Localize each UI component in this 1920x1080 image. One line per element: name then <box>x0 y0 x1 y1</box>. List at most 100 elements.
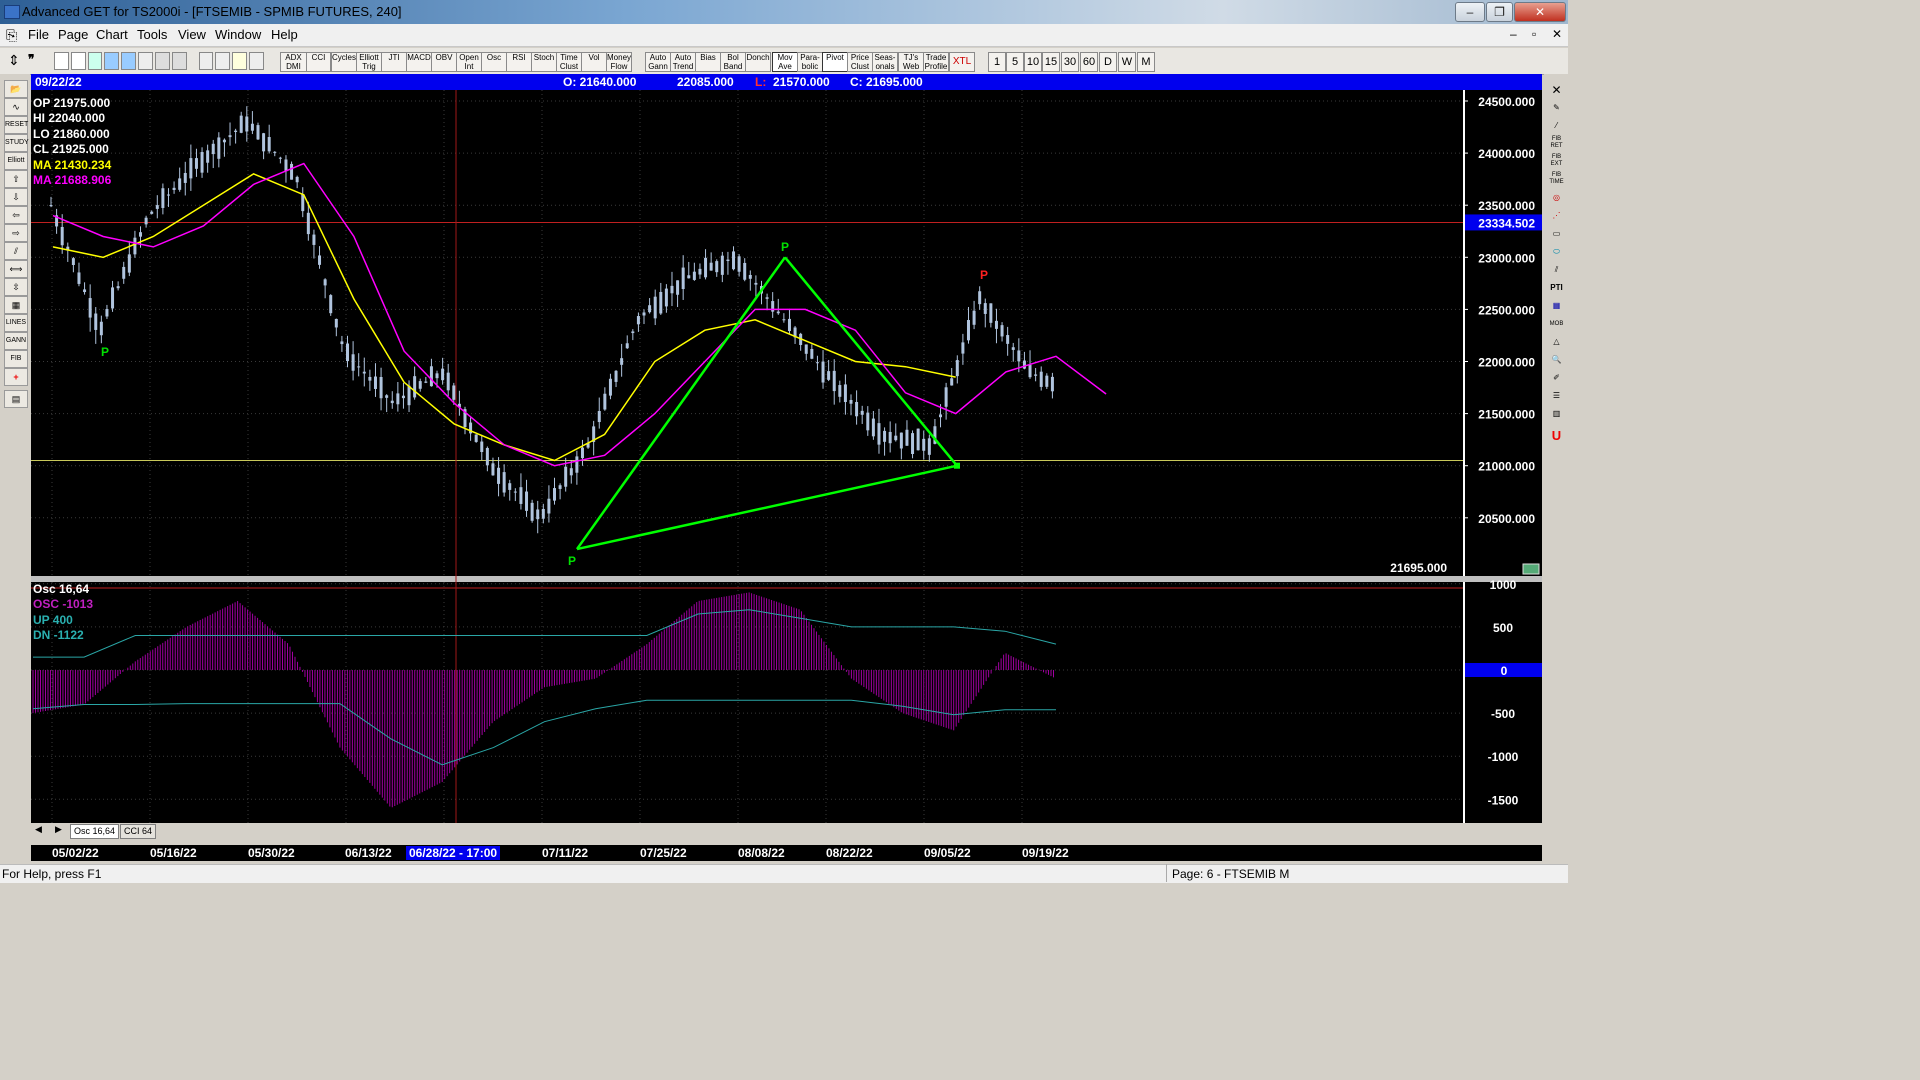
properties-icon[interactable]: ▤ <box>4 390 28 408</box>
copy-icon[interactable] <box>138 52 153 70</box>
study-button-trade-profile[interactable]: Trade Profile <box>923 52 949 72</box>
study-button-para-bolic[interactable]: Para-bolic <box>797 52 823 72</box>
compress-icon[interactable]: ⇳ <box>4 278 28 296</box>
crosshair-icon[interactable]: + <box>4 368 28 386</box>
print-preview-icon[interactable] <box>215 52 231 70</box>
marker-icon[interactable]: ✐ <box>1548 370 1565 386</box>
tile-icon[interactable] <box>171 52 187 70</box>
print-icon[interactable] <box>198 52 214 70</box>
study-button-cycles[interactable]: Cycles <box>331 52 357 72</box>
reset-button[interactable]: RESET <box>4 116 28 134</box>
undo-icon[interactable]: U <box>1548 428 1565 444</box>
study-button-bol-band[interactable]: Bol Band <box>720 52 746 72</box>
lines-button[interactable]: LINES <box>4 314 28 332</box>
menu-help[interactable]: Help <box>271 27 298 42</box>
save-icon[interactable] <box>87 52 103 70</box>
study-button-price-clust[interactable]: Price Clust <box>847 52 873 72</box>
grid-right-icon[interactable]: ▦ <box>1548 298 1565 314</box>
study-button-mov-ave[interactable]: Mov Ave <box>772 52 798 72</box>
study-button-pivot[interactable]: Pivot <box>822 52 848 72</box>
list-icon[interactable]: ☰ <box>1548 388 1565 404</box>
study-button-stoch[interactable]: Stoch <box>531 52 557 72</box>
arrow-left-icon[interactable]: ⇦ <box>4 206 28 224</box>
pencil-icon[interactable]: ✎ <box>1548 100 1565 116</box>
tab-scroll-right-icon[interactable]: ▶ <box>55 824 62 835</box>
wave-tool-icon[interactable]: ∿ <box>4 98 28 116</box>
quote-icon[interactable]: ❞ <box>28 52 34 66</box>
back-icon[interactable] <box>104 52 120 70</box>
study-button-xtl[interactable]: XTL <box>949 52 975 72</box>
interval-button-w[interactable]: W <box>1118 52 1136 72</box>
study-button-obv[interactable]: OBV <box>431 52 457 72</box>
study-button-vol[interactable]: Vol <box>581 52 607 72</box>
study-button-tj-s-web[interactable]: TJ's Web <box>898 52 924 72</box>
restore-button[interactable]: ❐ <box>1486 2 1513 22</box>
interval-button-5[interactable]: 5 <box>1006 52 1024 72</box>
interval-button-60[interactable]: 60 <box>1080 52 1098 72</box>
zoom-icon[interactable]: 🔍 <box>1548 352 1565 368</box>
gann-button[interactable]: GANN <box>4 332 28 350</box>
triangle-tool-icon[interactable]: △ <box>1548 334 1565 350</box>
close-tool-icon[interactable]: ✕ <box>1548 82 1565 98</box>
menu-tools[interactable]: Tools <box>137 27 167 42</box>
child-close-button[interactable]: ✕ <box>1552 27 1562 41</box>
expand-icon[interactable]: ⟺ <box>4 260 28 278</box>
fib-ext-button[interactable]: FIB EXT <box>1548 154 1565 170</box>
pti-button[interactable]: PTI <box>1548 280 1565 296</box>
fib-time-button[interactable]: FIB TIME <box>1548 172 1565 188</box>
tab-cci[interactable]: CCI 64 <box>120 824 157 839</box>
interval-button-10[interactable]: 10 <box>1024 52 1042 72</box>
forward-icon[interactable] <box>121 52 137 70</box>
tab-scroll-left-icon[interactable]: ◀ <box>35 824 42 835</box>
fan-tool-icon[interactable]: ⋰ <box>1548 208 1565 224</box>
child-restore-button[interactable]: ▫ <box>1532 27 1536 41</box>
line-tool-icon[interactable]: ⁄ <box>1548 118 1565 134</box>
channel-tool-icon[interactable]: ⫽ <box>1548 262 1565 278</box>
circle-tool-icon[interactable]: ◎ <box>1548 190 1565 206</box>
menu-view[interactable]: View <box>178 27 206 42</box>
open-icon[interactable] <box>70 52 86 70</box>
study-button-macd[interactable]: MACD <box>406 52 432 72</box>
chart-canvas[interactable]: P P P P 24500.000 24000.000 23500.000 23000.000… <box>31 90 1542 823</box>
interval-button-30[interactable]: 30 <box>1061 52 1079 72</box>
study-button[interactable]: STUDY <box>4 134 29 152</box>
study-button-seas-onals[interactable]: Seas-onals <box>872 52 898 72</box>
fib-ret-button[interactable]: FIB RET <box>1548 136 1565 152</box>
interval-button-d[interactable]: D <box>1099 52 1117 72</box>
pointer-icon[interactable]: ⇕ <box>8 52 20 69</box>
study-button-auto-gann[interactable]: Auto Gann <box>645 52 671 72</box>
grid-icon[interactable] <box>154 52 170 70</box>
bars-icon[interactable]: ⫽ <box>4 242 28 260</box>
study-button-money-flow[interactable]: Money Flow <box>606 52 632 72</box>
study-button-bias[interactable]: Bias <box>695 52 721 72</box>
study-button-rsi[interactable]: RSI <box>506 52 532 72</box>
study-button-cci[interactable]: CCI <box>306 52 331 72</box>
arrow-right-icon[interactable]: ⇨ <box>4 224 28 242</box>
context-help-icon[interactable] <box>249 52 264 70</box>
ellipse-tool-icon[interactable]: ⬭ <box>1548 244 1565 260</box>
menu-file[interactable]: File <box>28 27 49 42</box>
close-button[interactable]: ✕ <box>1514 2 1566 22</box>
tip-icon[interactable] <box>232 52 248 70</box>
study-button-adx-dmi[interactable]: ADX DMI <box>280 52 307 72</box>
folder-icon[interactable]: 📂 <box>4 80 28 98</box>
fib-button[interactable]: FIB <box>4 350 28 368</box>
new-icon[interactable] <box>54 52 69 70</box>
study-button-osc[interactable]: Osc <box>481 52 507 72</box>
book-icon[interactable]: ▥ <box>1548 406 1565 422</box>
study-button-donch[interactable]: Donch <box>745 52 771 72</box>
child-minimize-button[interactable]: – <box>1510 27 1517 41</box>
tab-osc[interactable]: Osc 16,64 <box>70 824 120 839</box>
grid-tool-icon[interactable]: ▦ <box>4 296 28 314</box>
box-tool-icon[interactable]: ▭ <box>1548 226 1565 242</box>
elliott-button[interactable]: Elliott <box>4 152 28 170</box>
arrow-up-icon[interactable]: ⇧ <box>4 170 28 188</box>
study-button-auto-trend[interactable]: Auto Trend <box>670 52 696 72</box>
interval-button-m[interactable]: M <box>1137 52 1155 72</box>
study-button-jti[interactable]: JTI <box>381 52 407 72</box>
minimize-button[interactable]: – <box>1455 2 1485 22</box>
interval-button-15[interactable]: 15 <box>1042 52 1060 72</box>
study-button-time-clust[interactable]: Time Clust <box>556 52 582 72</box>
study-button-open-int[interactable]: Open Int <box>456 52 482 72</box>
interval-button-1[interactable]: 1 <box>988 52 1006 72</box>
